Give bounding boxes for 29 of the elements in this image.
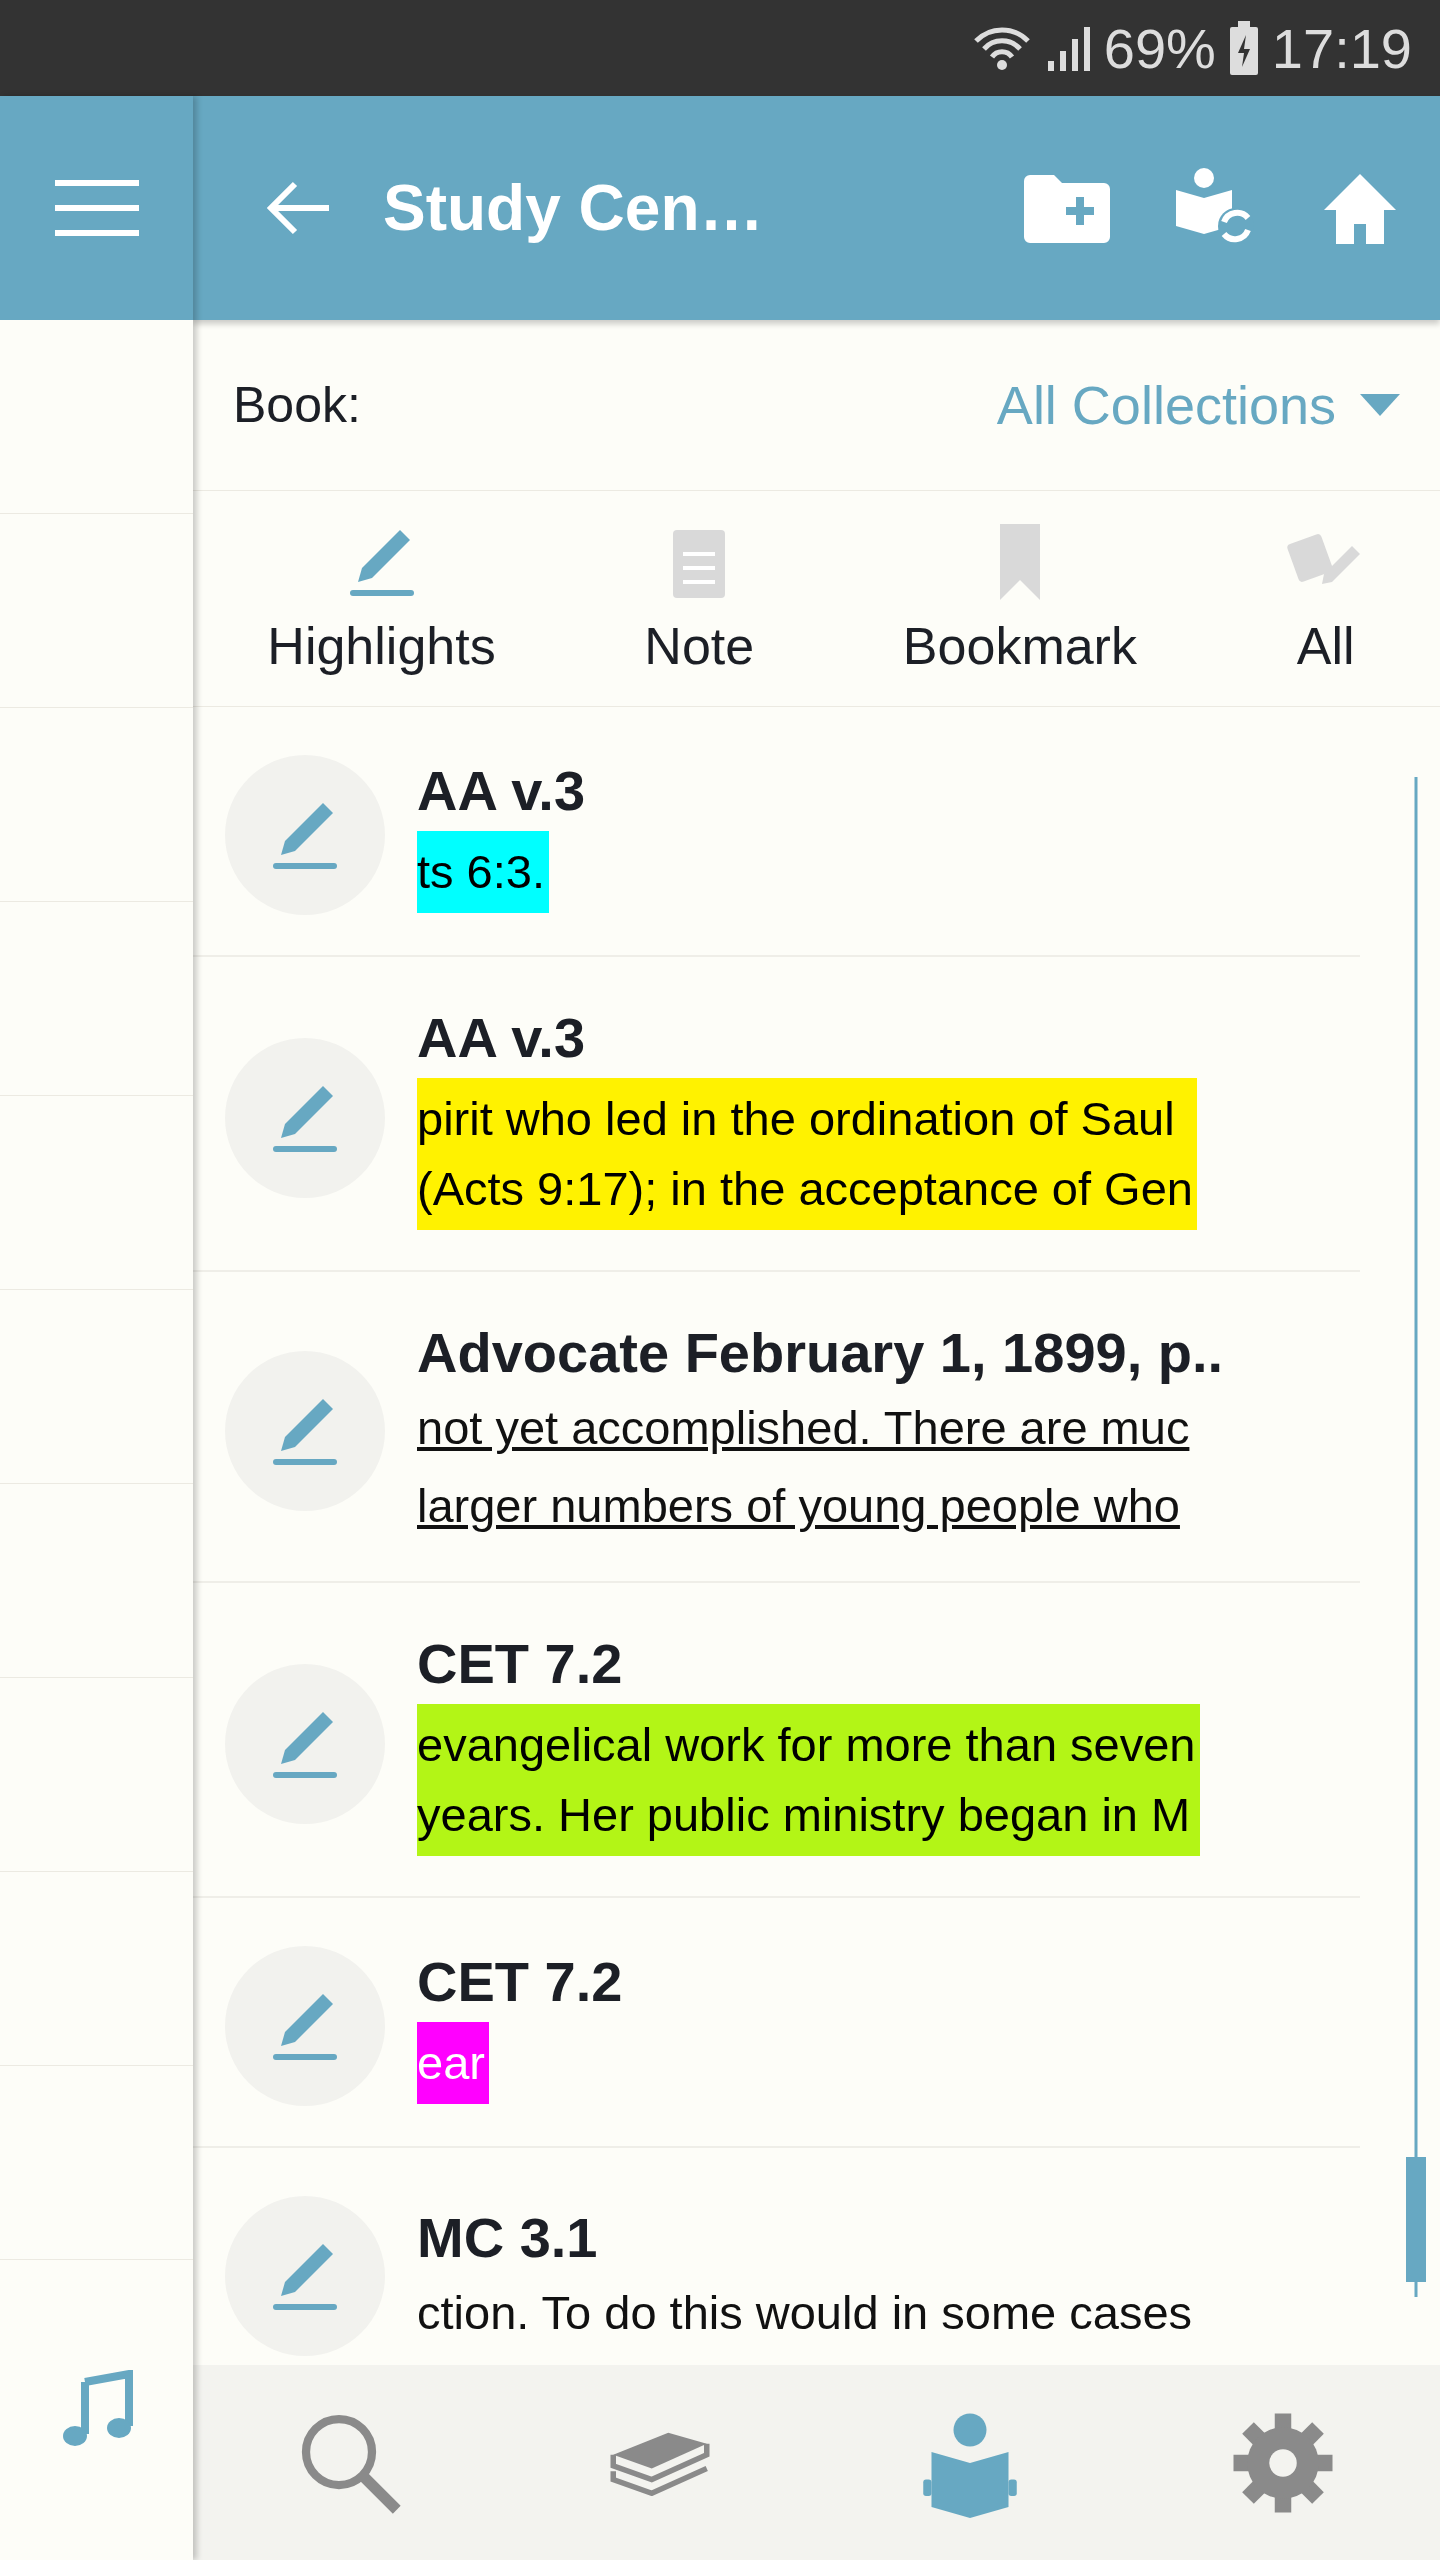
- filter-tab[interactable]: Bookmark: [892, 521, 1147, 676]
- bookmark-icon: [997, 521, 1042, 602]
- reference-title: MC 3.1: [417, 2204, 599, 2270]
- filter-tab[interactable]: All: [1275, 521, 1376, 676]
- screen-title: Study Cen…: [383, 171, 765, 245]
- dropdown-caret-icon: [1360, 394, 1400, 416]
- excerpt-line: years. Her public ministry began in M: [417, 1787, 1192, 1843]
- battery-charging-icon: [1229, 21, 1258, 75]
- book-label: Book:: [233, 376, 361, 434]
- reference-title: AA v.3: [417, 757, 586, 823]
- excerpt-line: larger numbers of young people who: [417, 1478, 1181, 1534]
- excerpt-line: not yet accomplished. There are muc: [417, 1400, 1191, 1456]
- reference-title: CET 7.2: [417, 1631, 624, 1696]
- folder-plus-icon: [1024, 173, 1110, 243]
- battery-percentage: 69%: [1103, 15, 1216, 81]
- reference-title: Advocate February 1, 1899, p..: [417, 1320, 1224, 1385]
- reference-title: AA v.3: [417, 1005, 587, 1070]
- filter-tab[interactable]: Note: [634, 521, 765, 676]
- reference-title: CET 7.2: [417, 1948, 623, 2014]
- menu-icon: [54, 178, 139, 238]
- excerpt-line: ts 6:3.: [417, 843, 546, 900]
- clock-time: 17:19: [1271, 15, 1412, 81]
- excerpt-line: (Acts 9:17); in the acceptance of Gen: [417, 1161, 1194, 1217]
- filter-tab[interactable]: Highlights: [257, 521, 506, 676]
- excerpt-line: pirit who led in the ordination of Saul: [417, 1091, 1176, 1147]
- scrollbar[interactable]: [1404, 777, 1428, 2297]
- excerpt-line: ction. To do this would in some cases: [417, 2284, 1194, 2341]
- excerpt-line: ear: [417, 2034, 486, 2091]
- excerpt-line: evangelical work for more than seven: [417, 1717, 1197, 1773]
